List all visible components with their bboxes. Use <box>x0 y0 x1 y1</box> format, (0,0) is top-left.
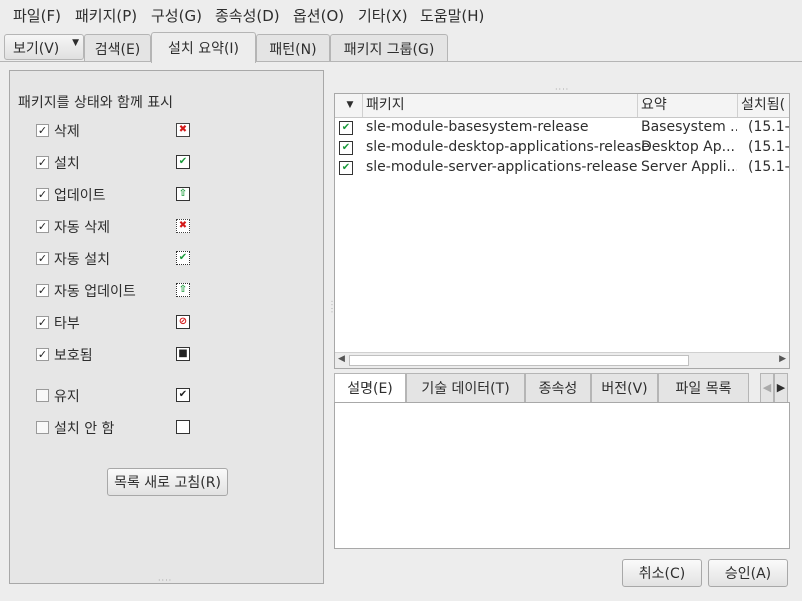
resize-grip-icon[interactable]: ···· <box>158 576 172 585</box>
menu-dependencies[interactable]: 종속성(D) <box>215 5 280 26</box>
view-tabbar: 보기(V) ▼ 검색(E) 설치 요약(I) 패턴(N) 패키지 그룹(G) <box>0 30 802 63</box>
tab-description[interactable]: 설명(E) <box>334 373 406 403</box>
filter-label: 자동 삭제 <box>54 220 110 236</box>
checkbox[interactable]: ✓ <box>36 316 49 329</box>
status-filter-panel: 패키지를 상태와 함께 표시 ✓ 삭제 ✖ ✓ 설치 ✔ ✓ 업데이트 ⇧ ✓ … <box>9 70 324 585</box>
tab-technical-data[interactable]: 기술 데이터(T) <box>406 373 525 403</box>
detail-tabbar: 설명(E) 기술 데이터(T) 종속성 버전(V) 파일 목록 ◀ ▶ <box>334 373 790 403</box>
description-panel <box>334 402 790 549</box>
filter-row-do-not-install[interactable]: 설치 안 함 <box>34 417 204 437</box>
checkbox[interactable]: ✓ <box>36 124 49 137</box>
chevron-down-icon: ▼ <box>72 38 79 48</box>
sort-indicator-icon[interactable]: ▼ <box>335 94 363 117</box>
package-summary: Server Appli... <box>641 159 737 175</box>
installed-status-icon[interactable]: ✔ <box>339 121 353 135</box>
tab-installation-summary[interactable]: 설치 요약(I) <box>151 32 256 63</box>
filter-row-protected[interactable]: ✓ 보호됨 ■ <box>34 344 204 364</box>
table-row[interactable]: ✔ sle-module-server-applications-release… <box>335 158 789 178</box>
package-name: sle-module-desktop-applications-release <box>366 139 650 155</box>
accept-button[interactable]: 승인(A) <box>708 559 788 587</box>
menu-extras[interactable]: 기타(X) <box>358 5 408 26</box>
filter-label: 타부 <box>54 316 80 332</box>
update-icon: ⇧ <box>176 187 190 201</box>
menu-package[interactable]: 패키지(P) <box>75 5 137 26</box>
column-summary[interactable]: 요약 <box>638 94 738 117</box>
scroll-right-icon[interactable]: ▶ <box>779 354 786 364</box>
protected-icon: ■ <box>176 347 190 361</box>
view-combo[interactable]: 보기(V) ▼ <box>4 34 84 60</box>
auto-install-icon: ✔ <box>176 251 190 265</box>
filter-label: 설치 <box>54 156 80 172</box>
panel-title: 패키지를 상태와 함께 표시 <box>18 95 174 111</box>
filter-label: 업데이트 <box>54 188 106 204</box>
filter-label: 자동 업데이트 <box>54 284 136 300</box>
tab-package-groups[interactable]: 패키지 그룹(G) <box>330 34 448 62</box>
package-name: sle-module-basesystem-release <box>366 119 589 135</box>
checkbox[interactable]: ✓ <box>36 252 49 265</box>
tab-divider <box>0 61 802 62</box>
checkbox[interactable]: ✓ <box>36 284 49 297</box>
table-row[interactable]: ✔ sle-module-basesystem-release Basesyst… <box>335 118 789 138</box>
checkbox[interactable]: ✓ <box>36 348 49 361</box>
checkbox[interactable]: ✓ <box>36 188 49 201</box>
checkbox[interactable]: ✓ <box>36 220 49 233</box>
package-installed-version: (15.1- <box>748 119 789 135</box>
tab-dependencies[interactable]: 종속성 <box>525 373 591 403</box>
install-icon: ✔ <box>176 155 190 169</box>
tab-search[interactable]: 검색(E) <box>84 34 151 62</box>
auto-update-icon: ⇧ <box>176 283 190 297</box>
filter-label: 자동 설치 <box>54 252 110 268</box>
table-header: ▼ 패키지 요약 설치됨( <box>335 94 789 118</box>
filter-row-update[interactable]: ✓ 업데이트 ⇧ <box>34 184 204 204</box>
package-table: ▼ 패키지 요약 설치됨( ✔ sle-module-basesystem-re… <box>334 93 790 369</box>
installed-status-icon[interactable]: ✔ <box>339 141 353 155</box>
filter-row-auto-install[interactable]: ✓ 자동 설치 ✔ <box>34 248 204 268</box>
menu-configuration[interactable]: 구성(G) <box>151 5 202 26</box>
tab-patterns[interactable]: 패턴(N) <box>256 34 330 62</box>
filter-label: 설치 안 함 <box>54 421 115 437</box>
delete-icon: ✖ <box>176 123 190 137</box>
taboo-icon: ⊘ <box>176 315 190 329</box>
filter-row-auto-update[interactable]: ✓ 자동 업데이트 ⇧ <box>34 280 204 300</box>
scroll-left-icon[interactable]: ◀ <box>338 354 345 364</box>
horizontal-scrollbar[interactable]: ◀ ▶ <box>335 352 789 368</box>
column-package[interactable]: 패키지 <box>363 94 638 117</box>
filter-row-install[interactable]: ✓ 설치 ✔ <box>34 152 204 172</box>
tab-versions[interactable]: 버전(V) <box>591 373 658 403</box>
filter-row-delete[interactable]: ✓ 삭제 ✖ <box>34 120 204 140</box>
package-summary: Basesystem ... <box>641 119 737 135</box>
table-row[interactable]: ✔ sle-module-desktop-applications-releas… <box>335 138 789 158</box>
auto-delete-icon: ✖ <box>176 219 190 233</box>
checkbox[interactable] <box>36 389 49 402</box>
tab-file-list[interactable]: 파일 목록 <box>658 373 749 403</box>
menu-options[interactable]: 옵션(O) <box>293 5 344 26</box>
package-name: sle-module-server-applications-release <box>366 159 638 175</box>
menu-file[interactable]: 파일(F) <box>13 5 61 26</box>
keep-icon: ✔ <box>176 388 190 402</box>
column-installed[interactable]: 설치됨( <box>738 94 789 117</box>
checkbox[interactable] <box>36 421 49 434</box>
package-installed-version: (15.1- <box>748 159 789 175</box>
filter-row-auto-delete[interactable]: ✓ 자동 삭제 ✖ <box>34 216 204 236</box>
package-installed-version: (15.1- <box>748 139 789 155</box>
refresh-list-button[interactable]: 목록 새로 고침(R) <box>107 468 228 496</box>
filter-label: 유지 <box>54 389 80 405</box>
filter-row-taboo[interactable]: ✓ 타부 ⊘ <box>34 312 204 332</box>
menubar: 파일(F) 패키지(P) 구성(G) 종속성(D) 옵션(O) 기타(X) 도움… <box>0 0 802 30</box>
tab-scroll-right-icon[interactable]: ▶ <box>774 373 788 403</box>
checkbox[interactable]: ✓ <box>36 156 49 169</box>
scrollbar-thumb[interactable] <box>349 355 689 366</box>
tab-scroll-left-icon[interactable]: ◀ <box>760 373 774 403</box>
installed-status-icon[interactable]: ✔ <box>339 161 353 175</box>
filter-row-keep[interactable]: 유지 ✔ <box>34 385 204 405</box>
filter-label: 보호됨 <box>54 348 93 364</box>
do-not-install-icon <box>176 420 190 434</box>
package-summary: Desktop Ap... <box>641 139 736 155</box>
menu-help[interactable]: 도움말(H) <box>420 5 484 26</box>
cancel-button[interactable]: 취소(C) <box>622 559 702 587</box>
view-combo-label: 보기(V) <box>13 41 60 57</box>
filter-label: 삭제 <box>54 124 80 140</box>
